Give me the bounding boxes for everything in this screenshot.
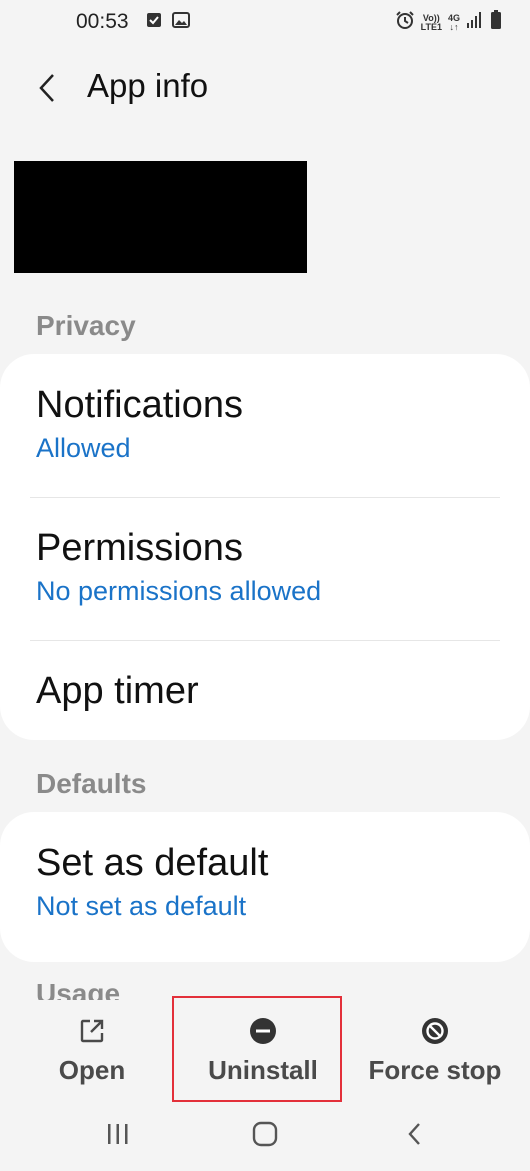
- chevron-left-icon: [39, 74, 54, 102]
- home-icon: [252, 1121, 278, 1147]
- back-button[interactable]: [30, 66, 64, 110]
- open-external-icon: [80, 1019, 104, 1042]
- permissions-item[interactable]: Permissions No permissions allowed: [36, 527, 500, 607]
- uninstall-highlight: [172, 996, 342, 1102]
- page-title: App info: [87, 67, 209, 104]
- recent-apps-button[interactable]: [93, 1116, 143, 1152]
- recent-apps-icon: [108, 1124, 128, 1144]
- status-bar: 00:53 Vo)) LTE1 4G ↓↑: [0, 0, 530, 44]
- app-bar: App info: [0, 60, 530, 116]
- back-nav-button[interactable]: [390, 1116, 440, 1152]
- net-type: 4G ↓↑: [447, 12, 460, 32]
- notifications-item[interactable]: Notifications Allowed: [36, 384, 500, 464]
- force-stop-button[interactable]: Force stop: [360, 1000, 510, 1102]
- status-time: 00:53: [76, 10, 129, 33]
- app-timer-item[interactable]: App timer: [36, 670, 500, 713]
- block-icon: [422, 1017, 448, 1044]
- divider: [30, 640, 500, 641]
- section-defaults: Defaults: [36, 768, 147, 799]
- alarm-icon: [395, 10, 415, 35]
- battery-icon: [490, 10, 502, 35]
- app-name-redacted: [14, 161, 307, 273]
- signal-icon: [466, 11, 484, 34]
- check-box-icon: [146, 12, 162, 33]
- defaults-card: Set as default Not set as default: [0, 812, 530, 962]
- set-as-default-item[interactable]: Set as default Not set as default: [36, 842, 500, 922]
- open-button[interactable]: Open: [32, 1000, 152, 1102]
- privacy-card: Notifications Allowed Permissions No per…: [0, 354, 530, 740]
- image-icon: [172, 12, 190, 33]
- section-usage: Usage: [36, 978, 121, 1002]
- section-privacy: Privacy: [36, 310, 136, 341]
- divider: [30, 497, 500, 498]
- system-navigation-bar: [0, 1110, 530, 1160]
- chevron-left-icon: [408, 1123, 420, 1145]
- home-button[interactable]: [240, 1116, 290, 1152]
